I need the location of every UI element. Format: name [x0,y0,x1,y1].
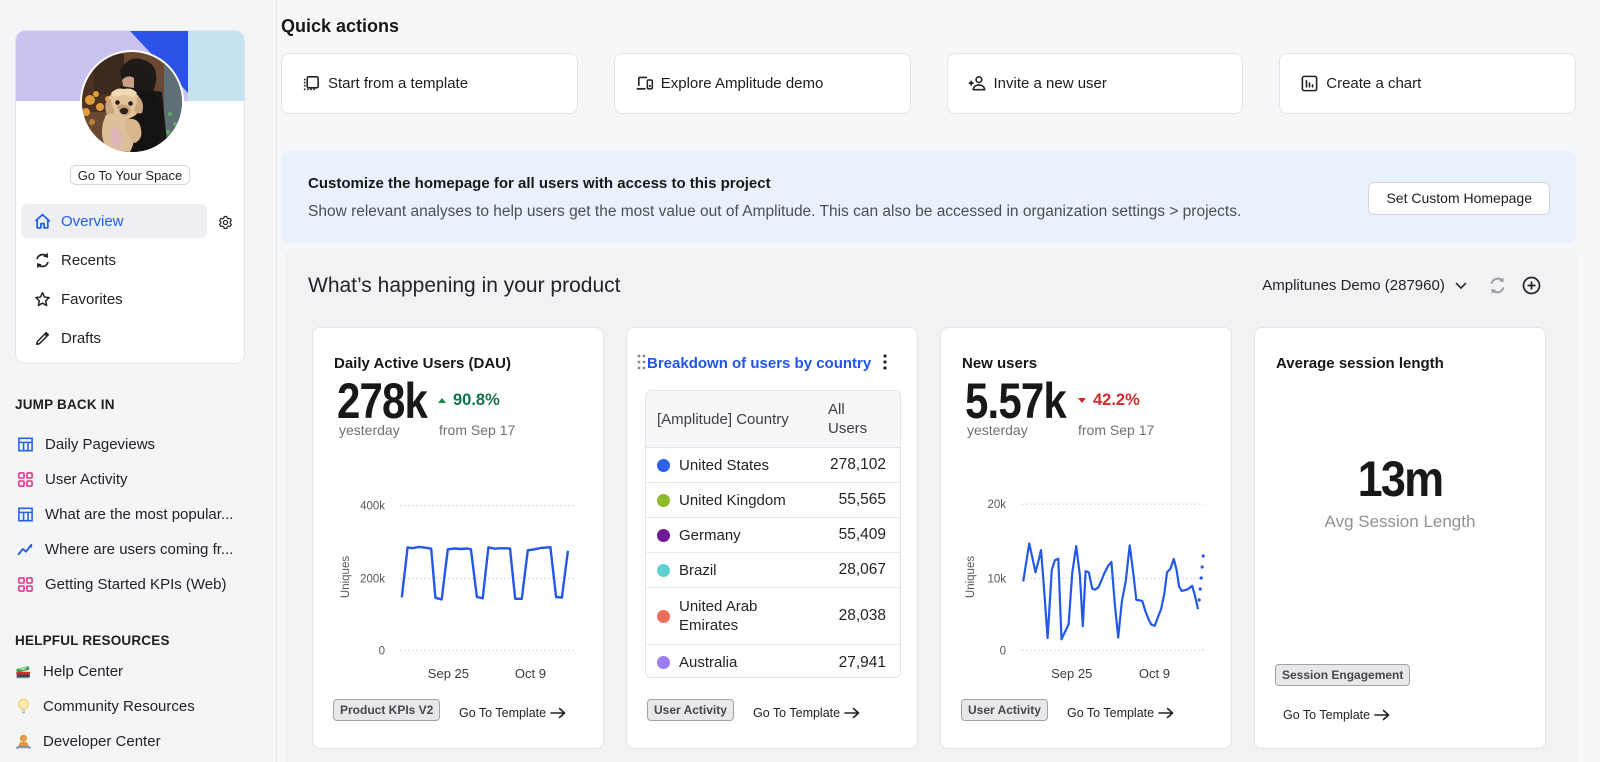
svg-text:0: 0 [379,645,385,657]
svg-text:Oct 9: Oct 9 [1139,666,1170,681]
svg-text:400k: 400k [360,501,385,513]
svg-text:200k: 200k [360,574,385,586]
svg-text:Uniques: Uniques [340,556,352,598]
svg-text:Sep 25: Sep 25 [1051,666,1092,681]
svg-text:Oct 9: Oct 9 [515,666,546,681]
svg-text:Uniques: Uniques [965,556,977,598]
svg-text:10k: 10k [987,574,1006,586]
svg-text:Sep 25: Sep 25 [428,666,469,681]
svg-text:20k: 20k [987,499,1006,511]
svg-text:0: 0 [1000,645,1006,657]
